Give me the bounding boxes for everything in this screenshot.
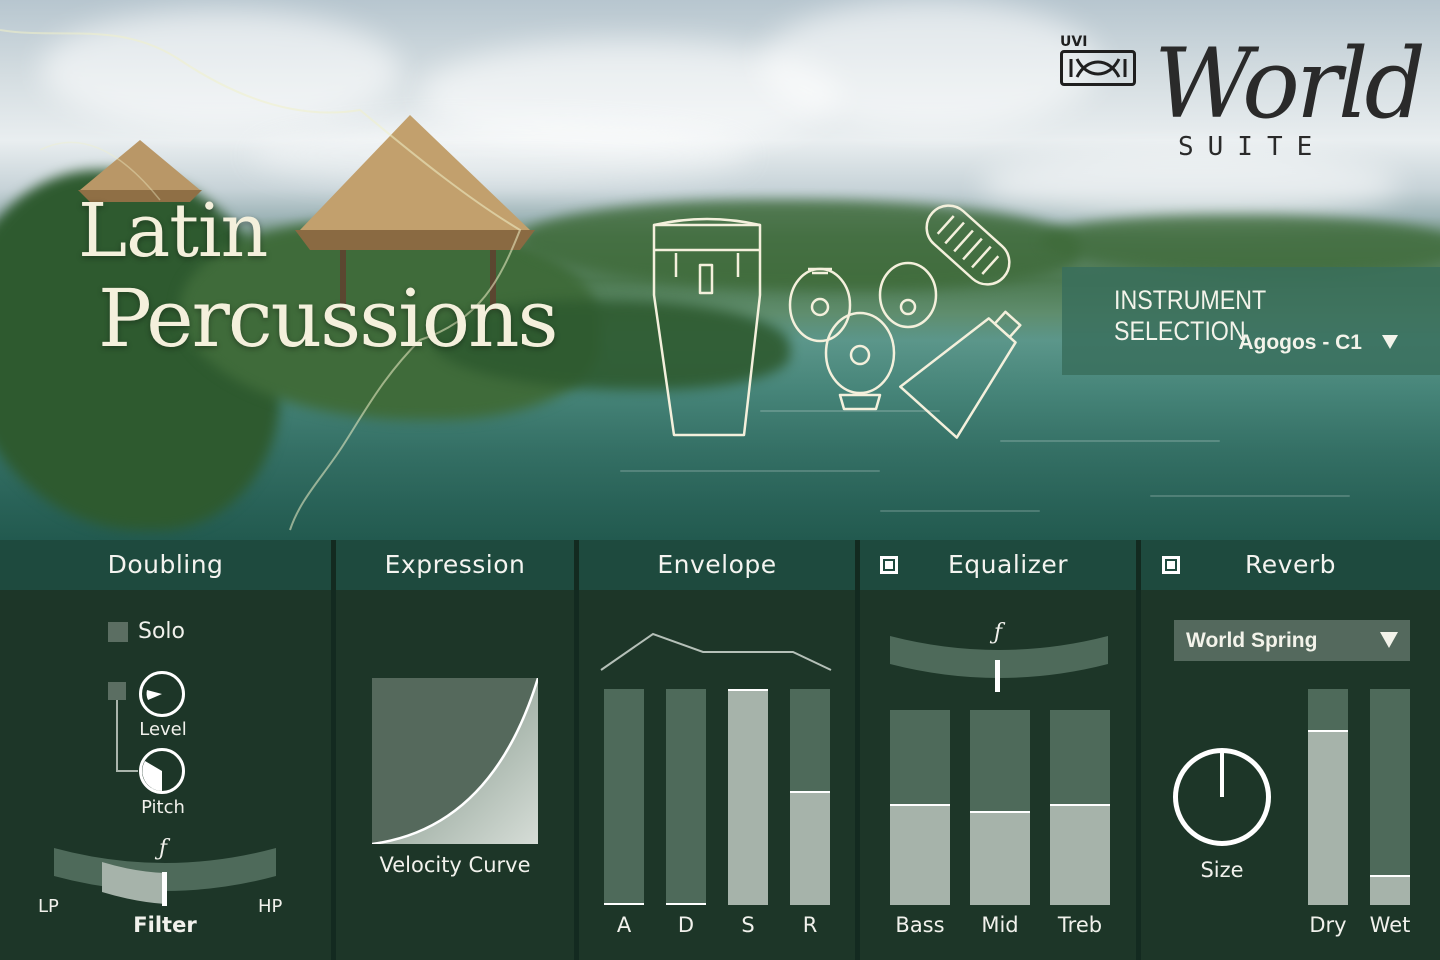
instrument-selection-value[interactable]: Agogos - C1 [1238,331,1362,355]
doubling-header: Doubling [0,540,331,590]
expression-panel: Expression Velocity Curve [336,540,574,960]
eq-slider-fill [1050,804,1110,905]
envelope-slider-fill [728,689,768,905]
reverb-preset-value: World Spring [1186,629,1318,652]
expression-header: Expression [336,540,574,590]
envelope-slider-r[interactable] [790,689,830,905]
cloud [760,0,1100,130]
jungle-foliage [1040,215,1440,275]
hp-label: HP [258,896,283,917]
equalizer-title: Equalizer [947,550,1068,579]
eq-slider-label: Bass [895,913,945,937]
world-logo-text: World [1154,28,1426,140]
filter-label: Filter [133,913,197,937]
reverb-slider-fill [1308,730,1348,905]
envelope-slider-d[interactable] [666,689,706,905]
envelope-slider-label: R [802,913,818,937]
dropdown-arrow-icon[interactable] [1382,335,1398,349]
envelope-slider-label: S [741,913,755,937]
reverb-panel: Reverb World Spring Size Dry Wet [1141,540,1440,960]
envelope-slider-fill [666,903,706,905]
reverb-slider-dry[interactable] [1308,689,1348,905]
velocity-curve-label: Velocity Curve [379,853,531,877]
envelope-slider-s[interactable] [728,689,768,905]
filter-arc-slider[interactable] [50,842,280,912]
doubling-panel: Doubling Solo Level Pitch ƒ LP HP Filter [0,540,331,960]
envelope-panel: Envelope A D S R [579,540,855,960]
size-label: Size [1200,858,1244,882]
hero-banner: Latin Percussions UVI World SUITE INSTRU… [0,0,1440,540]
dropdown-arrow-icon[interactable] [1380,632,1398,648]
equalizer-header: Equalizer [860,540,1136,590]
reverb-slider-label: Wet [1369,913,1411,937]
size-knob-pointer [1220,751,1224,797]
doubling-title: Doubling [107,550,224,579]
expression-title: Expression [384,550,526,579]
velocity-curve-graph[interactable] [372,678,538,844]
eq-tilt-arc-slider[interactable] [888,634,1110,694]
eq-slider-fill [970,811,1030,905]
size-knob[interactable] [1173,748,1271,846]
envelope-shape-preview [600,632,832,671]
pitch-label: Pitch [141,797,185,818]
envelope-slider-a[interactable] [604,689,644,905]
envelope-slider-label: D [677,913,695,937]
reverb-slider-fill [1370,875,1410,905]
envelope-slider-fill [790,791,830,905]
eq-slider-mid[interactable] [970,710,1030,905]
equalizer-panel: Equalizer ƒ Bass Mid Treb [860,540,1136,960]
reverb-slider-wet[interactable] [1370,689,1410,905]
link-checkbox[interactable] [108,682,126,700]
water-ripple [1150,495,1350,497]
reverb-preset-dropdown[interactable]: World Spring [1174,620,1410,661]
link-line [116,770,138,772]
water-ripple [620,470,880,472]
percussion-instruments-illustration [652,204,1022,439]
lp-label: LP [38,896,59,917]
eq-slider-fill [890,804,950,905]
envelope-slider-fill [604,903,644,905]
solo-checkbox[interactable] [108,622,128,642]
level-knob[interactable] [139,671,185,717]
world-suite-logo: UVI World SUITE [1058,28,1428,164]
reverb-slider-label: Dry [1309,913,1347,937]
instrument-selection-panel[interactable]: INSTRUMENT SELECTION Agogos - C1 [1062,267,1440,375]
uvi-logo-mark [1060,50,1136,86]
envelope-title: Envelope [657,550,777,579]
envelope-header: Envelope [579,540,855,590]
reverb-header: Reverb [1141,540,1440,590]
suite-logo-text: SUITE [1178,132,1327,162]
link-line [116,700,118,772]
solo-label: Solo [138,619,185,644]
product-title-line2: Percussions [98,272,559,365]
pitch-knob[interactable] [139,748,185,794]
eq-slider-label: Treb [1057,913,1103,937]
product-title-line1: Latin [78,188,268,274]
eq-slider-bass[interactable] [890,710,950,905]
water-ripple [880,510,1040,512]
envelope-slider-label: A [616,913,632,937]
reverb-title: Reverb [1245,550,1336,579]
eq-slider-treb[interactable] [1050,710,1110,905]
uvi-logo-text: UVI [1060,34,1088,50]
level-label: Level [139,719,187,740]
eq-slider-label: Mid [981,913,1019,937]
